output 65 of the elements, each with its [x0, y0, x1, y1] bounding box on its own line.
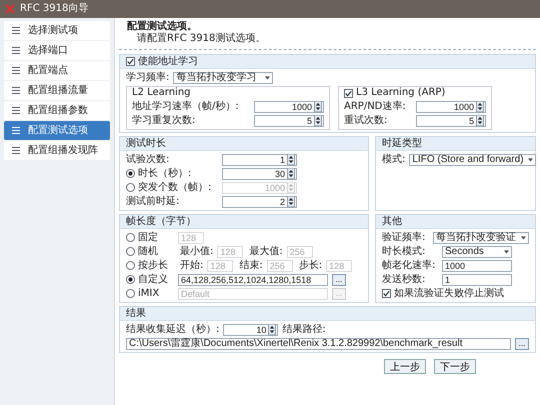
text-field[interactable]: 1000 — [442, 260, 512, 272]
number-field[interactable]: 30 — [222, 168, 297, 180]
field-label: 模式: — [382, 154, 406, 166]
sidebar-item[interactable]: 配置组播参数 — [4, 101, 110, 120]
number-field[interactable]: 1 — [222, 154, 297, 166]
sidebar-item[interactable]: 选择端口 — [4, 41, 110, 60]
field-label: 测试前时延: — [126, 196, 180, 208]
field-label: ARP/ND速率: — [344, 100, 407, 112]
browse-button[interactable]: ... — [515, 338, 529, 350]
sidebar-item[interactable]: 配置端点 — [4, 61, 110, 80]
field-label: 结果收集延迟（秒）: — [126, 324, 220, 336]
group-title: L2 Learning — [132, 87, 191, 99]
panel-title: 其他 — [382, 216, 402, 228]
text-field[interactable]: 1 — [442, 274, 512, 286]
panel-title: 结果 — [126, 308, 146, 320]
dropdown[interactable]: Seconds — [442, 246, 512, 258]
nav-button[interactable]: 上一步 — [384, 359, 426, 374]
field-label: 试验次数: — [126, 154, 170, 166]
radio-label: 固定 — [138, 232, 158, 244]
radio-label: 自定义 — [138, 274, 168, 286]
page-subtitle: 请配置RFC 3918测试选项。 — [136, 33, 266, 45]
sidebar-item[interactable]: 配置组播流量 — [4, 81, 110, 100]
field-label: 验证频率: — [382, 232, 426, 244]
group-title: L3 Learning (ARP) — [356, 87, 446, 99]
number-field[interactable]: 1000 — [254, 100, 324, 112]
panel-title: 帧长度（字节） — [126, 216, 196, 228]
field-label: 帧老化速率: — [382, 260, 436, 272]
panel-title: 测试时长 — [126, 138, 166, 150]
text-field[interactable]: 64,128,256,512,1024,1280,1518 — [178, 274, 328, 286]
dropdown[interactable]: LIFO (Store and forward) — [409, 154, 536, 166]
checkbox-label: 使能地址学习 — [138, 56, 198, 68]
window-title: RFC 3918向导 — [20, 3, 88, 15]
page-heading: 配置测试选项。 — [127, 21, 198, 32]
browse-button[interactable]: ... — [332, 274, 346, 286]
field-label: 最小值: — [179, 246, 214, 258]
field-label: 开始: — [179, 260, 204, 272]
field-label: 重试次数: — [344, 114, 388, 126]
radio-label: 按步长 — [138, 260, 168, 272]
sidebar-item[interactable]: 配置测试选项 — [4, 121, 110, 140]
field-label: 结果路径: — [282, 324, 326, 336]
number-field[interactable]: 5 — [416, 114, 486, 126]
field-label: 学习频率: — [126, 72, 170, 84]
radio-label: iMIX — [138, 288, 160, 300]
field-label: 步长: — [298, 260, 322, 272]
sidebar-item[interactable]: 配置组播发现阵 — [4, 141, 110, 160]
checkbox-label: 如果流验证失败停止测试 — [394, 288, 504, 300]
number-field[interactable]: 1000 — [416, 100, 486, 112]
dropdown[interactable]: 每当拓扑改变验证 — [433, 232, 529, 244]
field-label: 学习重复次数: — [132, 114, 196, 126]
field-label: 最大值: — [248, 246, 283, 258]
radio-label: 时长（秒）: — [138, 168, 192, 180]
dropdown[interactable]: 每当拓扑改变学习 — [173, 72, 274, 84]
number-field[interactable]: 2 — [222, 196, 297, 208]
nav-button[interactable]: 下一步 — [434, 359, 476, 374]
field-label: 结束: — [238, 260, 263, 272]
radio-label: 突发个数（帧）: — [138, 182, 212, 194]
field-label: 地址学习速率（帧/秒）: — [132, 100, 240, 112]
field-label: 发送秒数: — [382, 274, 426, 286]
number-field[interactable]: 5 — [254, 114, 324, 126]
field-label: 时长模式: — [382, 246, 426, 258]
path-field[interactable]: C:\Users\雷霆康\Documents\Xinertel\Renix 3.1.2.829992\benchmark_result — [126, 338, 511, 350]
radio-label: 随机 — [138, 246, 158, 258]
sidebar-item[interactable]: 选择测试项 — [4, 21, 110, 40]
number-field[interactable]: 10 — [223, 324, 278, 336]
panel-title: 时延类型 — [382, 138, 422, 150]
